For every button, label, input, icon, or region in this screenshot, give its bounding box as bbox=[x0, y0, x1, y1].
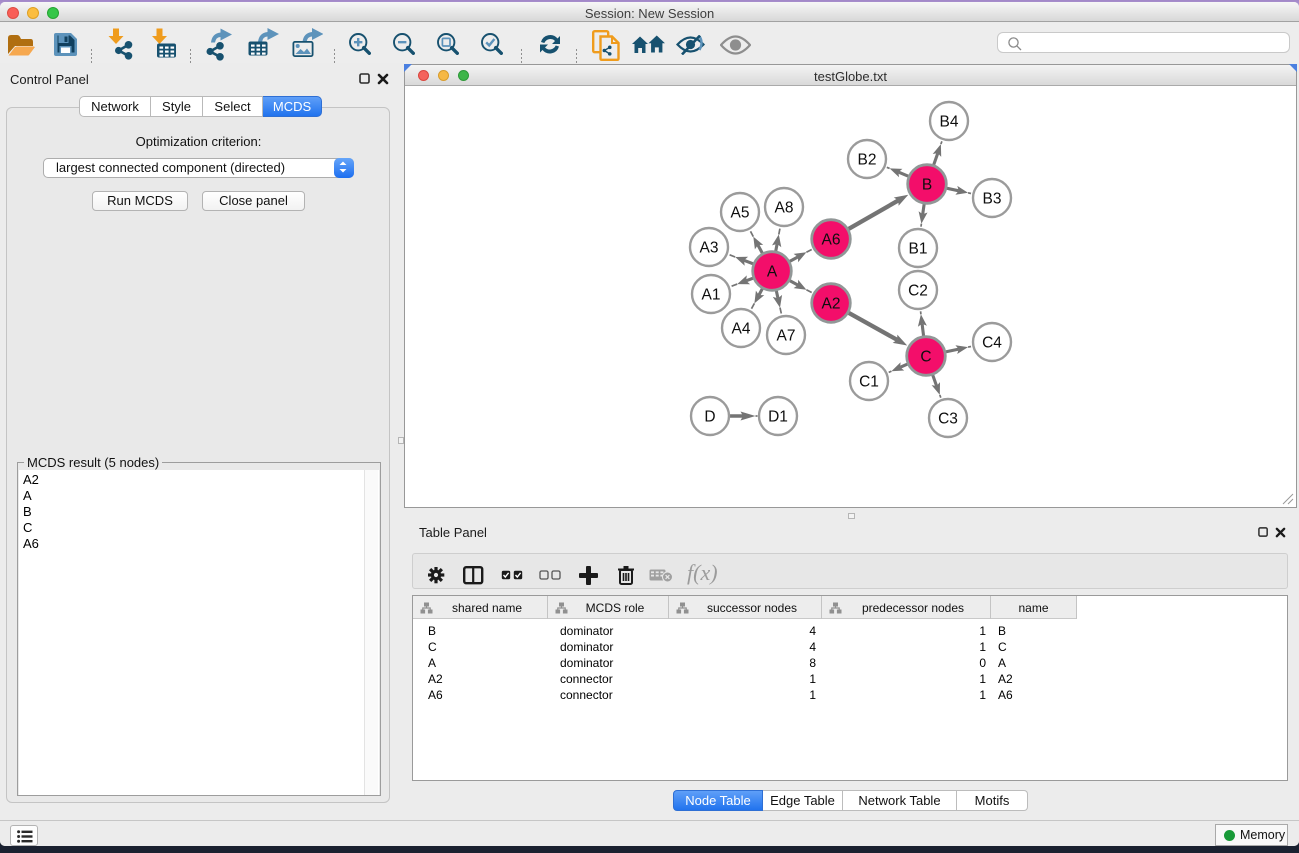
svg-text:C4: C4 bbox=[982, 335, 1002, 352]
svg-text:A6: A6 bbox=[822, 232, 841, 249]
svg-text:C2: C2 bbox=[908, 283, 928, 300]
svg-text:B2: B2 bbox=[858, 152, 877, 169]
svg-text:A4: A4 bbox=[732, 321, 751, 338]
svg-text:B4: B4 bbox=[940, 114, 959, 131]
svg-text:B: B bbox=[922, 177, 932, 194]
svg-text:A3: A3 bbox=[700, 240, 719, 257]
svg-text:C3: C3 bbox=[938, 411, 958, 428]
svg-text:A7: A7 bbox=[777, 328, 796, 345]
svg-text:B1: B1 bbox=[909, 241, 928, 258]
svg-text:D1: D1 bbox=[768, 409, 788, 426]
svg-text:A: A bbox=[767, 264, 778, 281]
svg-text:C: C bbox=[920, 349, 931, 366]
svg-text:A8: A8 bbox=[775, 200, 794, 217]
svg-text:B3: B3 bbox=[983, 191, 1002, 208]
svg-text:A1: A1 bbox=[702, 287, 721, 304]
svg-text:A5: A5 bbox=[731, 205, 750, 222]
svg-text:A2: A2 bbox=[822, 296, 841, 313]
svg-text:C1: C1 bbox=[859, 374, 879, 391]
svg-text:D: D bbox=[704, 409, 715, 426]
